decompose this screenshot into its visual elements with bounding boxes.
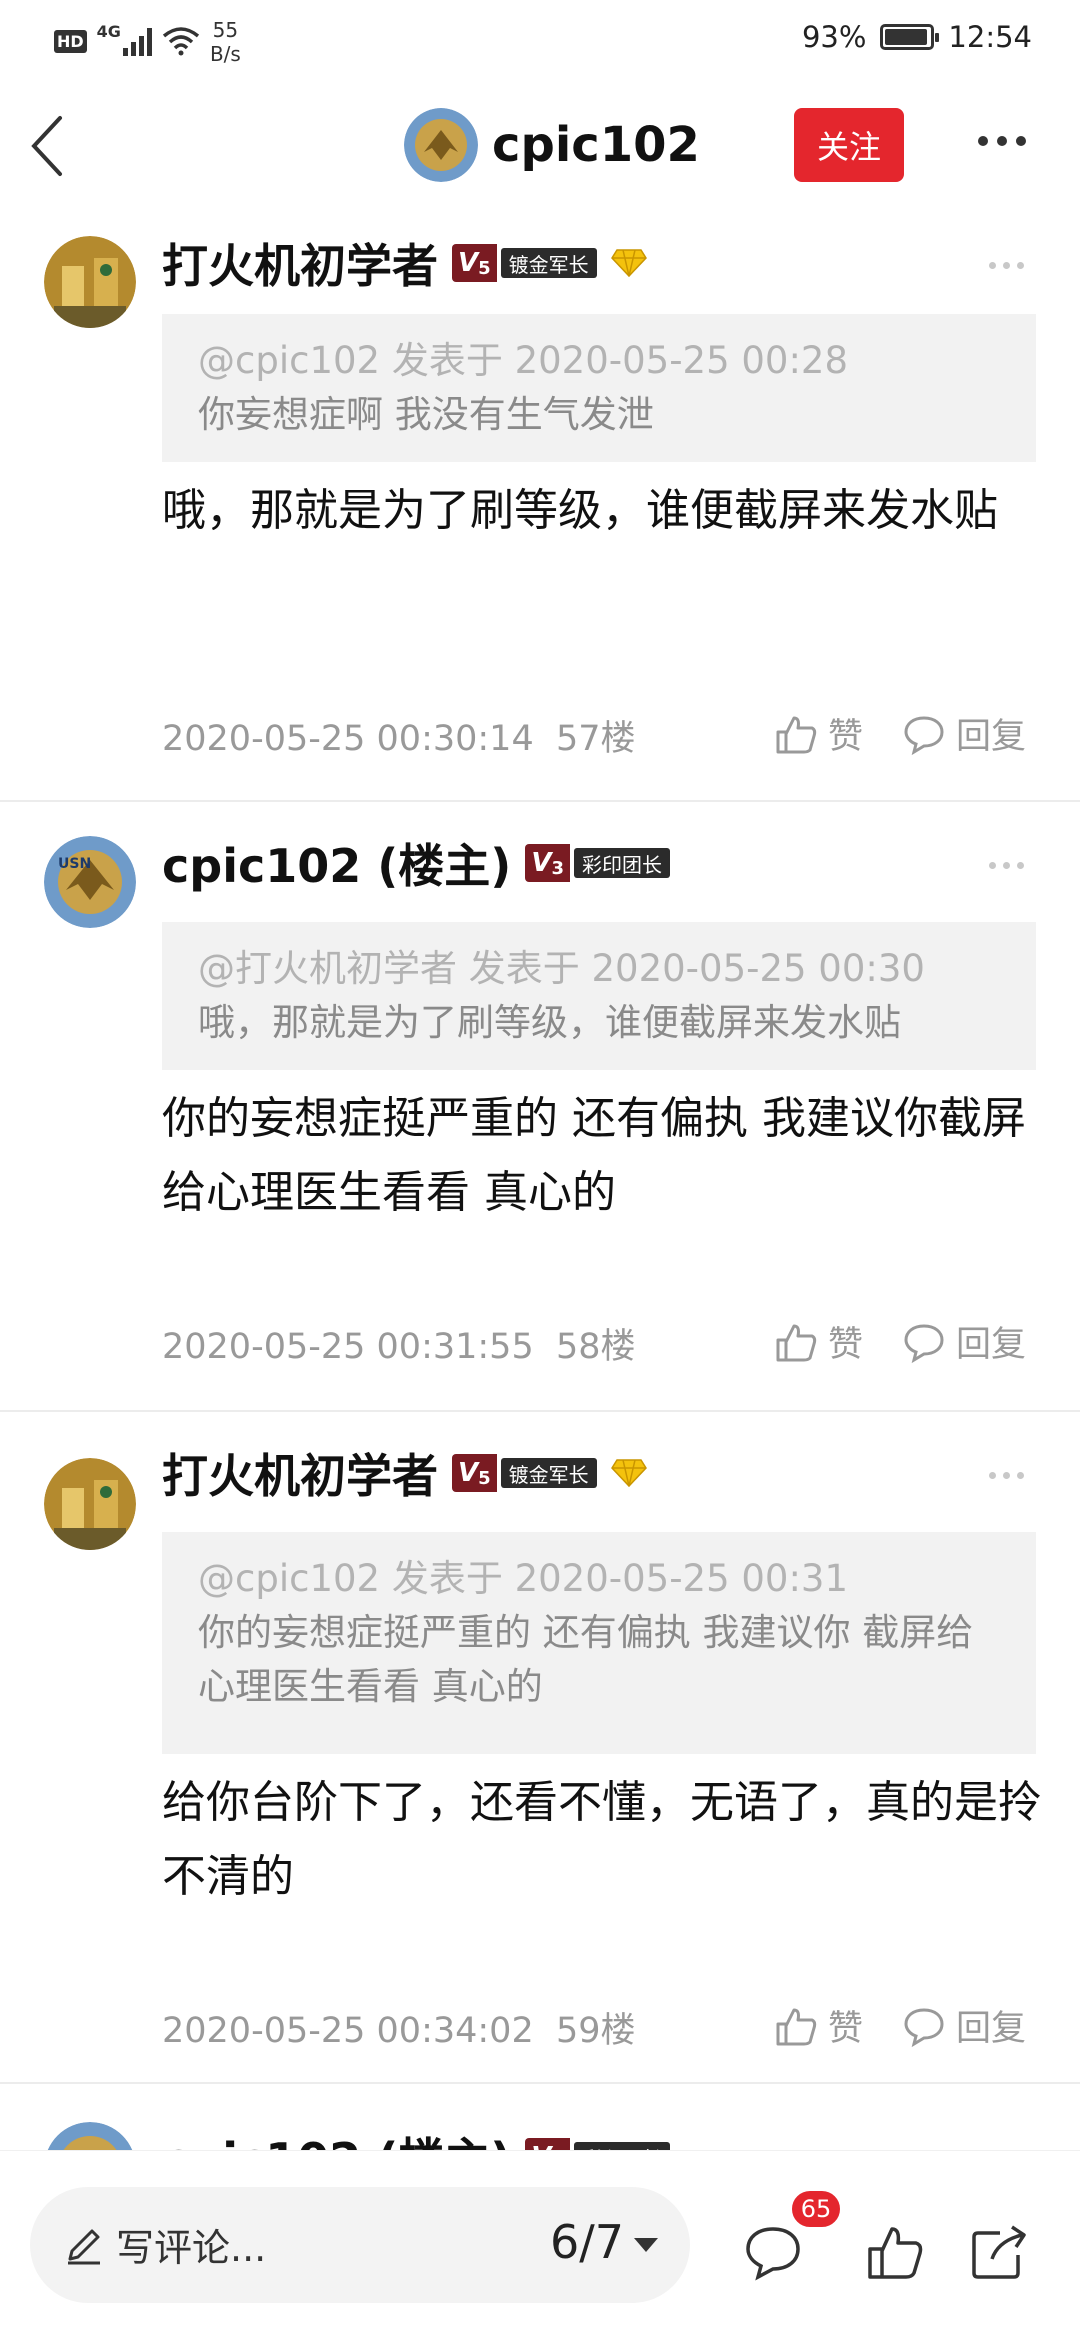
reply-button[interactable]: 回复 (902, 1316, 1026, 1367)
thread-header: cpic102 关注 (0, 80, 1080, 212)
reply-button[interactable]: 回复 (902, 2000, 1026, 2051)
level-badge: V3 彩印团长 (525, 844, 670, 882)
avatar[interactable] (44, 2122, 136, 2150)
quoted-reply: @打火机初学者 发表于 2020-05-25 00:30 哦，那就是为了刷等级，… (162, 922, 1036, 1070)
post-item: 打火机初学者 V5 镀金军长 @cpic102 发表于 2020-05-25 0… (0, 1422, 1080, 2082)
clock: 12:54 (948, 20, 1032, 54)
quote-meta: @cpic102 发表于 2020-05-25 00:28 (198, 339, 849, 382)
level-badge: V5 镀金军长 (452, 244, 597, 282)
thumb-up-icon (776, 1324, 817, 1361)
thumb-up-icon[interactable] (866, 2223, 924, 2281)
post-meta: 2020-05-25 00:34:02 59楼 (162, 2011, 636, 2051)
back-icon[interactable] (22, 110, 78, 182)
status-bar: HD 4G 55 B/s 93% 12:54 (0, 0, 1080, 80)
quote-text: 你妄想症啊 我没有生气发泄 (198, 393, 654, 436)
divider (0, 2082, 1080, 2084)
hd-icon: HD (54, 30, 87, 53)
battery-percent: 93% (801, 20, 867, 54)
avatar[interactable] (44, 236, 136, 328)
quoted-reply: @cpic102 发表于 2020-05-25 00:31 你的妄想症挺严重的 … (162, 1532, 1036, 1754)
quoted-reply: @cpic102 发表于 2020-05-25 00:28 你妄想症啊 我没有生… (162, 314, 1036, 462)
more-icon[interactable] (978, 136, 1026, 146)
post-meta: 2020-05-25 00:30:14 57楼 (162, 719, 636, 759)
post-content: 你的妄想症挺严重的 还有偏执 我建议你截屏给心理医生看看 真心的 (162, 1093, 1026, 1218)
divider (0, 800, 1080, 802)
battery-icon (880, 24, 940, 50)
post-more-icon[interactable] (989, 262, 1024, 269)
post-item: 打火机初学者 V5 镀金军长 @cpic102 发表于 2020-05-25 0… (0, 212, 1080, 802)
wifi-icon (162, 27, 200, 56)
follow-button[interactable]: 关注 (794, 108, 904, 182)
chevron-down-icon (634, 2238, 659, 2252)
net-speed: 55 B/s (209, 18, 241, 66)
header-user[interactable]: cpic102 (404, 108, 700, 182)
rank-title: 彩印团长 (573, 848, 670, 878)
avatar[interactable] (44, 1458, 136, 1550)
post-more-icon[interactable] (989, 1472, 1024, 1479)
reply-button[interactable]: 回复 (902, 708, 1026, 759)
thumb-up-icon (776, 2008, 817, 2045)
username[interactable]: 打火机初学者 (162, 230, 438, 296)
username[interactable]: cpic102 (楼主) (162, 830, 511, 896)
post-more-icon[interactable] (989, 862, 1024, 869)
page-selector[interactable]: 6/7 (550, 2215, 659, 2269)
level-badge: V5 镀金军长 (452, 1454, 597, 1492)
comment-placeholder: 写评论... (116, 2226, 267, 2270)
comment-input[interactable]: 写评论... 6/7 (30, 2187, 690, 2303)
post-item: USN cpic102 (楼主) V3 彩印团长 @打火机初学者 发表于 202… (0, 812, 1080, 1412)
like-button[interactable]: 赞 (774, 1316, 863, 1367)
svg-text:USN: USN (58, 856, 91, 872)
diamond-icon (610, 249, 647, 278)
level-badge: V3 彩印团长 (525, 2138, 670, 2150)
pencil-icon (68, 2229, 100, 2265)
post-content: 给你台阶下了，还看不懂，无语了，真的是拎不清的 (162, 1777, 1042, 1902)
username[interactable]: 打火机初学者 (162, 1440, 438, 1506)
thumb-up-icon (776, 716, 817, 753)
rank-title: 镀金军长 (500, 248, 597, 278)
quote-meta: @打火机初学者 发表于 2020-05-25 00:30 (198, 947, 925, 990)
quote-meta: @cpic102 发表于 2020-05-25 00:31 (198, 1557, 849, 1600)
like-button[interactable]: 赞 (774, 708, 863, 759)
post-content: 哦，那就是为了刷等级，谁便截屏来发水贴 (162, 485, 998, 536)
network-label: 4G (96, 22, 121, 41)
post-item: cpic102 (楼主) V3 彩印团长 (0, 2094, 1080, 2150)
header-title: cpic102 (492, 117, 700, 173)
post-meta: 2020-05-25 00:31:55 58楼 (162, 1327, 636, 1367)
comment-bubble-icon (904, 1323, 944, 1363)
comment-bubble-icon[interactable] (744, 2223, 802, 2281)
comment-count-badge: 65 (790, 2189, 842, 2229)
avatar[interactable]: USN (44, 836, 136, 928)
share-icon[interactable] (970, 2223, 1028, 2281)
signal-icon (122, 24, 152, 56)
divider (0, 1410, 1080, 1412)
rank-title: 镀金军长 (500, 1458, 597, 1488)
bottom-bar: 写评论... 6/7 65 (0, 2150, 1080, 2340)
comment-bubble-icon (904, 715, 944, 755)
username[interactable]: cpic102 (楼主) (162, 2124, 511, 2150)
comment-bubble-icon (904, 2007, 944, 2047)
diamond-icon (610, 1459, 647, 1488)
quote-text: 你的妄想症挺严重的 还有偏执 我建议你 截屏给心理医生看看 真心的 (198, 1611, 974, 1708)
rank-title: 彩印团长 (573, 2142, 670, 2150)
like-button[interactable]: 赞 (774, 2000, 863, 2051)
quote-text: 哦，那就是为了刷等级，谁便截屏来发水贴 (198, 1001, 901, 1044)
avatar[interactable] (404, 108, 478, 182)
